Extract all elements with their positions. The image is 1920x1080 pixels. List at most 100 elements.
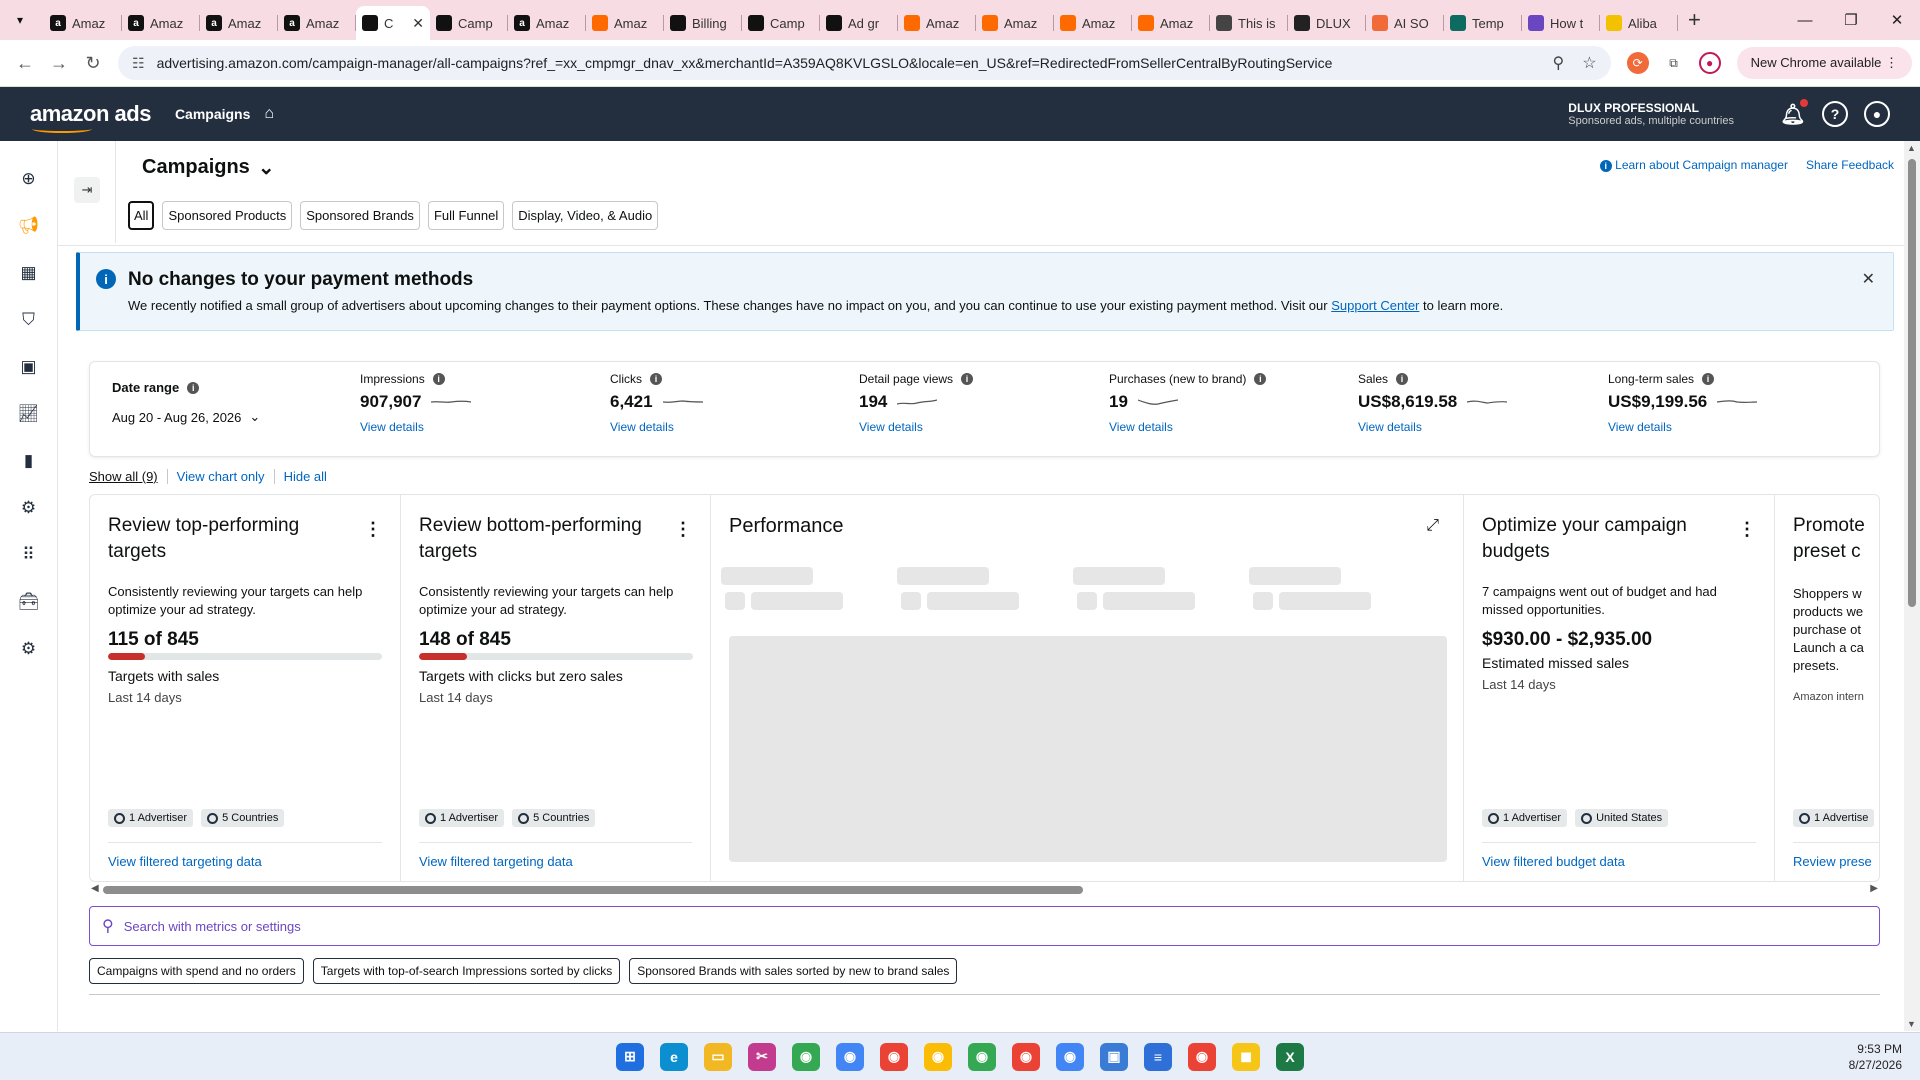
browser-tab[interactable]: How t — [1522, 6, 1600, 40]
snipping-tool-icon[interactable]: ✂ — [748, 1042, 776, 1071]
screen-app-icon[interactable]: ▣ — [1100, 1042, 1128, 1071]
close-window-icon[interactable]: ✕ — [1874, 0, 1920, 40]
help-icon[interactable]: ? — [1822, 101, 1848, 127]
chrome-icon[interactable]: ◉ — [880, 1042, 908, 1071]
suggestion-chip[interactable]: Targets with top-of-search Impressions s… — [312, 958, 621, 984]
view-details-link[interactable]: View details — [610, 420, 840, 434]
chrome-icon[interactable]: ◉ — [968, 1042, 996, 1071]
metrics-search[interactable]: ⚲ Search with metrics or settings — [89, 906, 1880, 946]
browser-tab[interactable]: Amaz — [976, 6, 1054, 40]
edge-icon[interactable]: e — [660, 1042, 688, 1071]
browser-tab[interactable]: AI SO — [1366, 6, 1444, 40]
notification-bell-icon[interactable]: 🔔︎ — [1780, 99, 1808, 127]
extensions-puzzle-icon[interactable]: ⧉ — [1663, 52, 1685, 74]
more-options-icon[interactable]: ⋮ — [674, 519, 692, 540]
browser-tab[interactable]: This is — [1210, 6, 1288, 40]
browser-tab[interactable]: DLUX — [1288, 6, 1366, 40]
view-details-link[interactable]: View details — [1109, 420, 1339, 434]
date-range-picker[interactable]: Aug 20 - Aug 26, 2026 ⌄ — [112, 409, 260, 425]
browser-tab[interactable]: a Amaz — [200, 6, 278, 40]
site-info-icon[interactable]: ☷ — [132, 55, 145, 72]
browser-tab[interactable]: Ad gr — [820, 6, 898, 40]
user-account-icon[interactable]: ● — [1864, 101, 1890, 127]
shield-icon[interactable]: ⛉ — [0, 296, 58, 343]
support-center-link[interactable]: Support Center — [1331, 298, 1419, 313]
more-options-icon[interactable]: ⋮ — [1738, 519, 1756, 540]
back-icon[interactable]: ← — [8, 46, 42, 80]
browser-tab[interactable]: Camp — [742, 6, 820, 40]
tab-close-icon[interactable]: ✕ — [412, 15, 424, 32]
view-filtered-budget-link[interactable]: View filtered budget data — [1482, 854, 1625, 869]
view-details-link[interactable]: View details — [360, 420, 590, 434]
browser-tab[interactable]: Amaz — [898, 6, 976, 40]
page-title[interactable]: Campaigns ⌄ — [142, 155, 275, 180]
view-filtered-targeting-link[interactable]: View filtered targeting data — [108, 854, 262, 869]
url-text[interactable]: advertising.amazon.com/campaign-manager/… — [157, 55, 1535, 71]
browser-tab[interactable]: a Amaz — [278, 6, 356, 40]
browser-tab[interactable]: Billing — [664, 6, 742, 40]
home-icon[interactable]: ⌂ — [264, 105, 274, 123]
chrome-icon[interactable]: ◉ — [1056, 1042, 1084, 1071]
chrome-icon[interactable]: ◉ — [1188, 1042, 1216, 1071]
browser-tab[interactable]: a Amaz — [508, 6, 586, 40]
new-chrome-available-button[interactable]: New Chrome available ⋮ — [1736, 47, 1912, 79]
bar-chart-icon[interactable]: ▮ — [0, 437, 58, 484]
extension-icon[interactable]: ⟳ — [1626, 52, 1649, 74]
media-icon[interactable]: ▣ — [0, 343, 58, 390]
review-presets-link[interactable]: Review prese — [1793, 854, 1872, 869]
suggestion-chip[interactable]: Campaigns with spend and no orders — [89, 958, 304, 984]
view-details-link[interactable]: View details — [1608, 420, 1838, 434]
topnav-campaigns[interactable]: Campaigns — [175, 106, 250, 122]
address-bar[interactable]: ☷ advertising.amazon.com/campaign-manage… — [118, 46, 1611, 80]
new-tab-icon[interactable]: + — [1688, 7, 1701, 33]
account-switcher[interactable]: DLUX PROFESSIONAL Sponsored ads, multipl… — [1568, 101, 1734, 127]
scroll-left-icon[interactable]: ◀ — [91, 883, 99, 894]
forward-icon[interactable]: → — [42, 46, 76, 80]
cards-horizontal-scrollbar[interactable]: ◀ ▶ — [89, 883, 1880, 897]
chrome-icon[interactable]: ◉ — [792, 1042, 820, 1071]
search-input[interactable]: Search with metrics or settings — [124, 919, 301, 934]
scroll-up-icon[interactable]: ▲ — [1907, 143, 1916, 153]
notepad-icon[interactable]: ≡ — [1144, 1042, 1172, 1071]
minimize-icon[interactable]: — — [1782, 0, 1828, 40]
view-chart-only-link[interactable]: View chart only — [168, 469, 275, 484]
toolbox-icon[interactable]: 🧰︎ — [0, 578, 58, 625]
browser-tab[interactable]: a Amaz — [44, 6, 122, 40]
chip-full-funnel[interactable]: Full Funnel — [427, 201, 505, 230]
settings-gear-icon[interactable]: ⚙ — [0, 625, 58, 672]
view-details-link[interactable]: View details — [859, 420, 1089, 434]
browser-tab[interactable]: Temp — [1444, 6, 1522, 40]
chrome-icon[interactable]: ◉ — [924, 1042, 952, 1071]
browser-tab[interactable]: Aliba — [1600, 6, 1678, 40]
browser-tab[interactable]: C ✕ — [356, 6, 430, 40]
browser-tab[interactable]: Amaz — [586, 6, 664, 40]
view-filtered-targeting-link[interactable]: View filtered targeting data — [419, 854, 573, 869]
browser-tab[interactable]: Amaz — [1054, 6, 1132, 40]
apps-dots-icon[interactable]: ⠿ — [0, 531, 58, 578]
campaigns-megaphone-icon[interactable]: 📢︎ — [0, 202, 58, 249]
network-icon[interactable]: ⚙︎ — [0, 484, 58, 531]
file-explorer-icon[interactable]: ▭ — [704, 1042, 732, 1071]
windows-start-icon[interactable]: ⊞ — [616, 1042, 644, 1071]
browser-tab[interactable]: Amaz — [1132, 6, 1210, 40]
reports-line-chart-icon[interactable]: 📈︎ — [0, 390, 58, 437]
scrollbar-thumb[interactable] — [1908, 159, 1916, 607]
browser-tab[interactable]: Camp — [430, 6, 508, 40]
profile-icon[interactable]: ● — [1698, 52, 1721, 74]
collapse-sidebar-icon[interactable]: ⇥ — [74, 177, 100, 203]
scroll-down-icon[interactable]: ▼ — [1907, 1019, 1916, 1029]
chip-all[interactable]: All — [128, 201, 155, 230]
browser-tab[interactable]: a Amaz — [122, 6, 200, 40]
expand-icon[interactable]: ⤢ — [1426, 517, 1439, 535]
close-icon[interactable]: ✕ — [1862, 269, 1875, 289]
view-details-link[interactable]: View details — [1358, 420, 1588, 434]
chrome-icon[interactable]: ◉ — [1012, 1042, 1040, 1071]
learn-campaign-manager-link[interactable]: i Learn about Campaign manager — [1599, 158, 1788, 172]
chip-display-video-audio[interactable]: Display, Video, & Audio — [512, 201, 659, 230]
share-feedback-link[interactable]: Share Feedback — [1806, 158, 1894, 172]
bookmark-star-icon[interactable]: ☆ — [1582, 53, 1596, 73]
chip-sponsored-brands[interactable]: Sponsored Brands — [300, 201, 420, 230]
suggestion-chip[interactable]: Sponsored Brands with sales sorted by ne… — [629, 958, 958, 984]
tab-search-icon[interactable]: ▾ — [8, 8, 32, 32]
excel-icon[interactable]: X — [1276, 1042, 1304, 1071]
